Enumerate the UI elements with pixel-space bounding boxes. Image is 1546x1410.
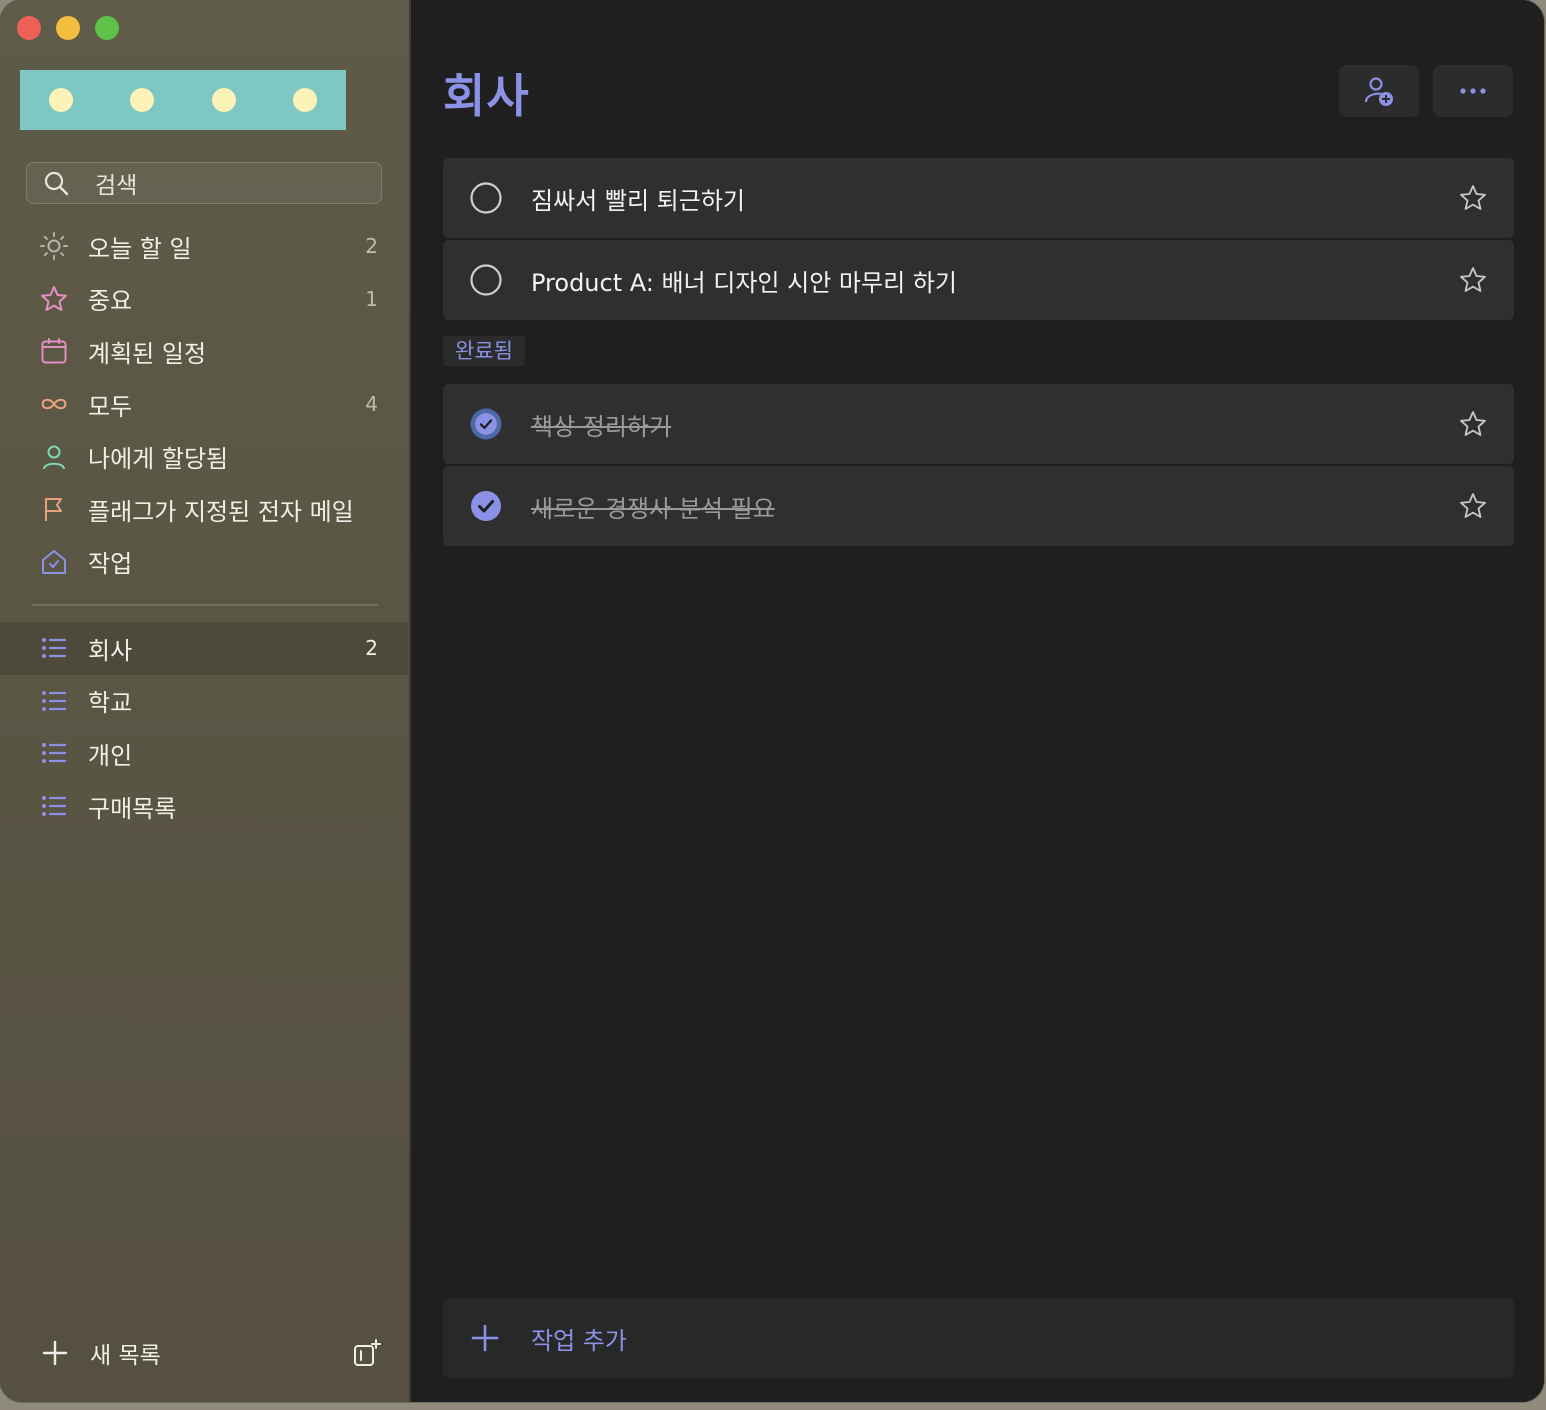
search-placeholder: 검색: [95, 173, 138, 199]
infinity-icon: [38, 388, 70, 420]
banner-dot: [48, 88, 73, 112]
list-icon: [38, 737, 70, 769]
sun-icon: [38, 230, 70, 262]
complete-checkbox[interactable]: [469, 489, 503, 523]
sidebar-item-shopping[interactable]: 구매목록: [0, 780, 408, 833]
task-title: 책상 정리하기: [531, 412, 672, 441]
item-count: 1: [365, 286, 378, 311]
list-icon: [38, 632, 70, 664]
item-count: 4: [365, 392, 378, 417]
sidebar-item-personal[interactable]: 개인: [0, 727, 408, 780]
main-panel: 회사 짐싸서 빨리 퇴근하기 Product A: 배너 디자인 시안 마무리 …: [411, 0, 1544, 1402]
banner-dot: [130, 88, 155, 112]
search-icon: [44, 171, 69, 196]
sidebar-item-label: 개인: [88, 741, 133, 770]
banner-dot: [211, 88, 236, 112]
zoom-window-button[interactable]: [95, 16, 119, 40]
account-banner[interactable]: [20, 70, 346, 130]
plus-icon: [471, 1324, 499, 1352]
plus-icon: [42, 1340, 68, 1366]
star-icon[interactable]: [1458, 409, 1488, 439]
sidebar-item-label: 회사: [88, 636, 133, 665]
sidebar-item-label: 구매목록: [88, 794, 177, 823]
calendar-icon: [38, 335, 70, 367]
new-list-label: 새 목록: [90, 1343, 161, 1369]
sidebar-item-label: 학교: [88, 689, 133, 718]
sidebar-item-label: 작업: [88, 550, 133, 579]
user-lists: 회사 2 학교 개인 구매목록: [0, 622, 408, 832]
sidebar-item-assigned[interactable]: 나에게 할당됨: [0, 430, 408, 483]
search-input[interactable]: 검색: [26, 162, 382, 204]
empty-circle-icon: [470, 264, 502, 296]
checked-circle-icon: [471, 491, 501, 521]
sidebar-item-label: 중요: [88, 287, 133, 316]
ellipsis-icon: [1460, 88, 1486, 94]
star-icon[interactable]: [1458, 265, 1488, 295]
sidebar-item-flagged[interactable]: 플래그가 지정된 전자 메일: [0, 483, 408, 536]
sidebar-item-label: 오늘 할 일: [88, 234, 192, 263]
flag-icon: [38, 493, 70, 525]
share-list-button[interactable]: [1339, 65, 1419, 117]
complete-checkbox[interactable]: [469, 181, 503, 215]
sidebar-item-tasks[interactable]: 작업: [0, 536, 408, 589]
sidebar-item-planned[interactable]: 계획된 일정: [0, 325, 408, 378]
add-task-input[interactable]: 작업 추가: [443, 1298, 1514, 1378]
minimize-window-button[interactable]: [56, 16, 80, 40]
sidebar-item-label: 모두: [88, 392, 133, 421]
checked-circle-icon: [470, 408, 502, 440]
window-controls: [17, 16, 119, 40]
task-item[interactable]: 새로운 경쟁사 분석 필요: [443, 466, 1514, 546]
home-icon: [38, 546, 70, 578]
page-title: 회사: [443, 69, 530, 123]
sidebar-item-label: 나에게 할당됨: [88, 445, 229, 474]
add-task-label: 작업 추가: [531, 1326, 627, 1355]
empty-circle-icon: [470, 182, 502, 214]
banner-dot: [293, 88, 318, 112]
list-icon: [38, 685, 70, 717]
task-item[interactable]: 짐싸서 빨리 퇴근하기: [443, 158, 1514, 238]
more-options-button[interactable]: [1433, 65, 1513, 117]
item-count: 2: [365, 234, 378, 259]
app-window: 검색 오늘 할 일 2 중요 1 계획된 일정 모두 4 나에게 할당됨 플래그…: [0, 0, 1544, 1402]
sidebar-item-label: 계획된 일정: [88, 339, 207, 368]
item-count: 2: [365, 636, 378, 661]
sidebar: 검색 오늘 할 일 2 중요 1 계획된 일정 모두 4 나에게 할당됨 플래그…: [0, 0, 411, 1402]
star-icon[interactable]: [1458, 183, 1488, 213]
sidebar-item-company[interactable]: 회사 2: [0, 622, 408, 675]
list-icon: [38, 790, 70, 822]
close-window-button[interactable]: [17, 16, 41, 40]
star-icon[interactable]: [1458, 491, 1488, 521]
sidebar-item-all[interactable]: 모두 4: [0, 378, 408, 431]
star-icon: [38, 283, 70, 315]
sidebar-item-school[interactable]: 학교: [0, 675, 408, 728]
task-title: Product A: 배너 디자인 시안 마무리 하기: [531, 268, 957, 297]
sidebar-item-important[interactable]: 중요 1: [0, 273, 408, 326]
task-title: 짐싸서 빨리 퇴근하기: [531, 186, 745, 215]
task-item[interactable]: Product A: 배너 디자인 시안 마무리 하기: [443, 240, 1514, 320]
completed-section-toggle[interactable]: 완료됨: [443, 336, 525, 366]
new-list-button[interactable]: 새 목록: [0, 1328, 408, 1378]
smart-lists: 오늘 할 일 2 중요 1 계획된 일정 모두 4 나에게 할당됨 플래그가 지…: [0, 220, 408, 588]
task-title: 새로운 경쟁사 분석 필요: [531, 494, 775, 523]
complete-checkbox[interactable]: [469, 263, 503, 297]
sidebar-item-today[interactable]: 오늘 할 일 2: [0, 220, 408, 273]
task-item[interactable]: 책상 정리하기: [443, 384, 1514, 464]
complete-checkbox[interactable]: [469, 407, 503, 441]
add-person-icon: [1364, 77, 1393, 106]
new-group-icon[interactable]: [352, 1338, 382, 1368]
person-icon: [38, 441, 70, 473]
sidebar-divider: [32, 604, 378, 606]
sidebar-item-label: 플래그가 지정된 전자 메일: [88, 497, 354, 526]
